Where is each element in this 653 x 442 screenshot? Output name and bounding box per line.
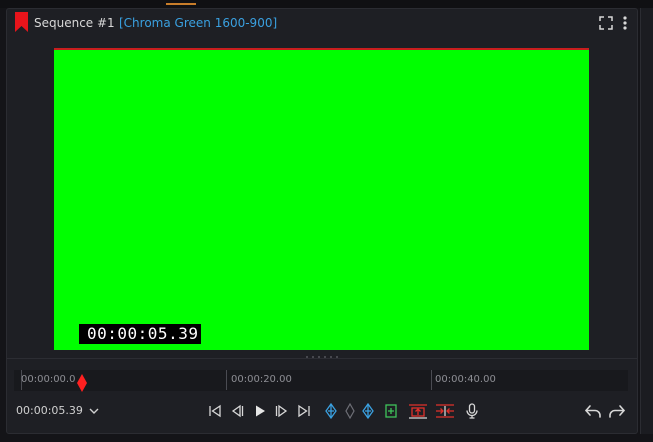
add-keyframe-button[interactable]	[341, 402, 359, 420]
lift-icon	[409, 404, 427, 419]
skip-to-start-button[interactable]	[206, 402, 224, 420]
step-back-icon	[231, 404, 244, 418]
timeline-ruler[interactable]: 00:00:00.0 00:00:20.00 00:00:40.00	[14, 370, 628, 392]
ruler-tick	[226, 370, 227, 390]
skip-to-end-button[interactable]	[295, 402, 313, 420]
add-keyframe-icon	[345, 403, 355, 419]
timecode-overlay: 00:00:05.39	[79, 324, 202, 344]
skip-to-end-icon	[298, 404, 310, 418]
fullscreen-icon[interactable]	[599, 16, 613, 30]
active-tab-indicator	[166, 3, 196, 5]
clip-name: [Chroma Green 1600-900]	[119, 16, 278, 30]
step-back-button[interactable]	[228, 402, 246, 420]
preview-panel: Sequence #1 [Chroma Green 1600-900] 00:0…	[6, 8, 638, 434]
ruler-tick	[431, 370, 432, 390]
record-voiceover-button[interactable]	[463, 402, 481, 420]
resize-grip-icon[interactable]	[304, 355, 340, 359]
play-button[interactable]	[251, 402, 269, 420]
ruler-label: 00:00:20.00	[231, 374, 292, 385]
current-time-display[interactable]: 00:00:05.39	[16, 404, 83, 417]
insert-clip-icon	[385, 404, 397, 418]
step-forward-button[interactable]	[273, 402, 291, 420]
top-strip	[0, 0, 653, 8]
mark-in-icon	[325, 403, 337, 419]
extract-icon	[436, 404, 454, 418]
mark-out-icon	[362, 403, 374, 419]
play-icon	[256, 405, 265, 417]
redo-icon	[609, 405, 625, 418]
redo-button[interactable]	[607, 402, 627, 420]
microphone-icon	[466, 403, 478, 419]
ruler-label: 00:00:40.00	[435, 374, 496, 385]
undo-icon	[585, 405, 601, 418]
lift-button[interactable]	[407, 402, 429, 420]
chevron-down-icon[interactable]	[89, 407, 99, 415]
skip-to-start-icon	[209, 404, 221, 418]
step-forward-icon	[275, 404, 288, 418]
sequence-title: Sequence #1	[34, 16, 115, 30]
mark-out-button[interactable]	[359, 402, 377, 420]
bookmark-flag-icon	[15, 12, 28, 32]
playhead-marker-icon[interactable]	[77, 374, 87, 392]
video-frame[interactable]: 00:00:05.39	[54, 48, 589, 350]
ruler-label: 00:00:00.0	[21, 374, 76, 385]
panel-header: Sequence #1 [Chroma Green 1600-900]	[7, 9, 637, 37]
adjacent-panel-edge	[640, 8, 653, 434]
video-viewer[interactable]: 00:00:05.39	[7, 39, 637, 357]
undo-button[interactable]	[583, 402, 603, 420]
mark-in-button[interactable]	[322, 402, 340, 420]
extract-button[interactable]	[434, 402, 456, 420]
more-options-icon[interactable]	[621, 15, 629, 31]
insert-clip-button[interactable]	[382, 402, 400, 420]
